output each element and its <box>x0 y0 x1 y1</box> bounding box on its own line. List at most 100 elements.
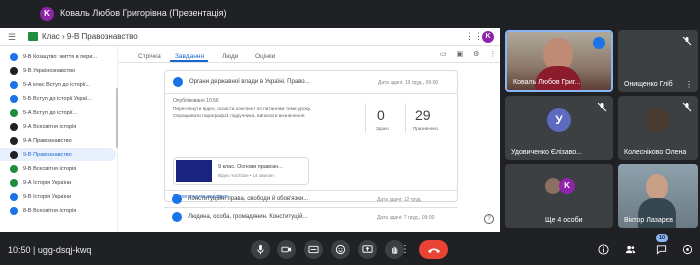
assignment-due: Дата здачі: 19 груд., 09:00 <box>378 80 439 86</box>
sidebar-item-active[interactable]: 9-В Правознавство <box>0 148 116 161</box>
captions-icon <box>308 245 319 254</box>
submitted-count[interactable]: 0 <box>377 107 385 123</box>
divider <box>365 103 366 133</box>
captions-button[interactable] <box>304 240 323 259</box>
tab-grades[interactable]: Оцінки <box>255 53 275 60</box>
meeting-details-button[interactable] <box>597 243 610 256</box>
participant-tile[interactable]: У Удовиченко Єлізаво... <box>505 96 613 160</box>
more-participants-tile[interactable]: K Ще 4 особи <box>505 164 613 228</box>
sidebar-item[interactable]: 9-В Всесвітня історія <box>0 162 116 175</box>
participant-tile[interactable]: Онищенко Гліб ⋮ <box>618 30 698 92</box>
meeting-code: ugg-dsqj-kwq <box>37 245 92 255</box>
class-dot-icon <box>10 164 18 173</box>
more-options-icon[interactable]: ⋮ <box>685 80 693 89</box>
participant-tile[interactable]: Колесніково Олена <box>618 96 698 160</box>
class-dot-icon <box>10 136 18 145</box>
chat-button[interactable] <box>655 243 668 256</box>
published-time: Опубліковано 10:56 <box>173 98 219 104</box>
sidebar-scrollbar[interactable] <box>116 88 118 148</box>
class-dot-icon <box>10 108 18 117</box>
sidebar-item[interactable]: 9-В Українознавство <box>0 64 116 77</box>
participant-tile-presenter[interactable]: Коваль Любов Григ... <box>505 30 613 92</box>
speaking-indicator-icon <box>593 37 605 49</box>
divider <box>405 103 406 133</box>
classroom-logo-icon <box>28 32 38 41</box>
camera-icon <box>281 246 292 253</box>
video-title: 9 клас. Основи правозн... <box>218 164 283 170</box>
participant-name: Онищенко Гліб <box>624 81 673 88</box>
sidebar-item[interactable]: 9-А Всесвітня історія <box>0 120 116 133</box>
participant-tile[interactable]: Віктор Лазарєв <box>618 164 698 228</box>
participant-name: Удовиченко Єлізаво... <box>511 149 583 156</box>
assignment-icon <box>172 194 182 204</box>
presenter-avatar: K <box>40 7 54 21</box>
class-dot-icon <box>10 192 18 201</box>
present-screen-icon <box>362 245 373 253</box>
participant-name: Колесніково Олена <box>624 149 687 156</box>
sidebar-item[interactable]: 5-А Вступ до історії... <box>0 106 116 119</box>
assignment-icon <box>172 212 182 222</box>
class-dot-icon <box>10 178 18 187</box>
participant-name: Віктор Лазарєв <box>624 217 673 224</box>
sidebar-item[interactable]: 5-Б Вступ до історії Украї... <box>0 92 116 105</box>
mic-off-icon <box>682 102 692 112</box>
tab-classwork[interactable]: Завдання <box>175 53 204 60</box>
emoji-button[interactable] <box>331 240 350 259</box>
mic-off-icon <box>597 102 607 112</box>
assignment-due: Дата здачі: 12 груд. <box>377 197 422 203</box>
submitted-label: Здано <box>376 126 389 131</box>
assignment-title: Людина, особа, громадянин. Конституцій..… <box>188 214 308 220</box>
hand-icon <box>392 246 398 254</box>
shared-screen[interactable]: ☰ Клас › 9-В Правознавство ⋮⋮⋮ K 9-В Коз… <box>0 28 500 232</box>
class-dot-icon <box>10 206 18 215</box>
activities-button[interactable] <box>681 243 694 256</box>
sidebar-item[interactable]: 9-В Історія України <box>0 190 116 203</box>
camera-button[interactable] <box>277 240 296 259</box>
assigned-label: Призначено <box>413 126 439 131</box>
help-icon[interactable]: ? <box>484 214 494 224</box>
meeting-controls-bar <box>0 232 700 265</box>
participant-photo-avatar <box>646 108 670 132</box>
video-thumbnail <box>176 160 212 182</box>
people-icon <box>625 245 636 254</box>
participant-avatar: K <box>559 178 575 194</box>
account-avatar[interactable]: K <box>482 31 494 43</box>
divider <box>165 93 457 94</box>
activities-icon <box>682 244 693 255</box>
assignment-row[interactable]: Конституційні права, свободи й обов'язки… <box>164 190 458 208</box>
more-options-button[interactable]: ⋮ <box>400 240 410 259</box>
meeting-time: 10:50 <box>8 245 31 255</box>
divider <box>118 62 500 63</box>
sidebar-item[interactable]: 9-А Правознавство <box>0 134 116 147</box>
chat-icon <box>656 245 667 255</box>
participant-name: Коваль Любов Григ... <box>513 79 581 86</box>
separator: | <box>33 245 36 255</box>
toolbar-icons[interactable]: ▭ ▣ ⚙ ⋮ <box>440 50 500 58</box>
present-button[interactable] <box>358 240 377 259</box>
assignment-row[interactable]: Людина, особа, громадянин. Конституцій..… <box>164 208 458 226</box>
sidebar-item[interactable]: 5-А клас Вступ до історії... <box>0 78 116 91</box>
video-subtitle: Відео YouTube • 14 хвилин <box>218 173 274 178</box>
assignment-title[interactable]: Органи державної влади в Україні. Право.… <box>189 79 310 85</box>
menu-icon[interactable]: ☰ <box>8 32 16 43</box>
microphone-icon <box>257 244 264 255</box>
microphone-button[interactable] <box>251 240 270 259</box>
breadcrumb[interactable]: Клас › 9-В Правознавство <box>42 32 138 41</box>
participant-count-badge: 10 <box>656 234 668 242</box>
video-attachment[interactable]: 9 клас. Основи правозн... Відео YouTube … <box>173 157 309 185</box>
tab-people[interactable]: Люди <box>222 53 238 60</box>
emoji-icon <box>335 244 346 255</box>
mic-off-icon <box>682 36 692 46</box>
sidebar-item[interactable]: 8-В Всесвітня історія <box>0 204 116 217</box>
assigned-count[interactable]: 29 <box>415 107 431 123</box>
assignment-card-expanded[interactable]: Органи державної влади в Україні. Право.… <box>164 70 458 202</box>
assignment-icon <box>173 77 183 87</box>
sidebar-item[interactable]: 9-В Козацтво: життя в пери... <box>0 50 116 63</box>
tab-stream[interactable]: Стрічка <box>138 53 161 60</box>
more-participants-label: Ще 4 особи <box>545 217 583 224</box>
leave-call-button[interactable] <box>419 240 448 259</box>
sidebar-item[interactable]: 9-А Історія України <box>0 176 116 189</box>
people-button[interactable] <box>624 243 637 256</box>
class-dot-icon <box>10 150 18 159</box>
presentation-title: Коваль Любов Григорівна (Презентація) <box>60 8 227 18</box>
